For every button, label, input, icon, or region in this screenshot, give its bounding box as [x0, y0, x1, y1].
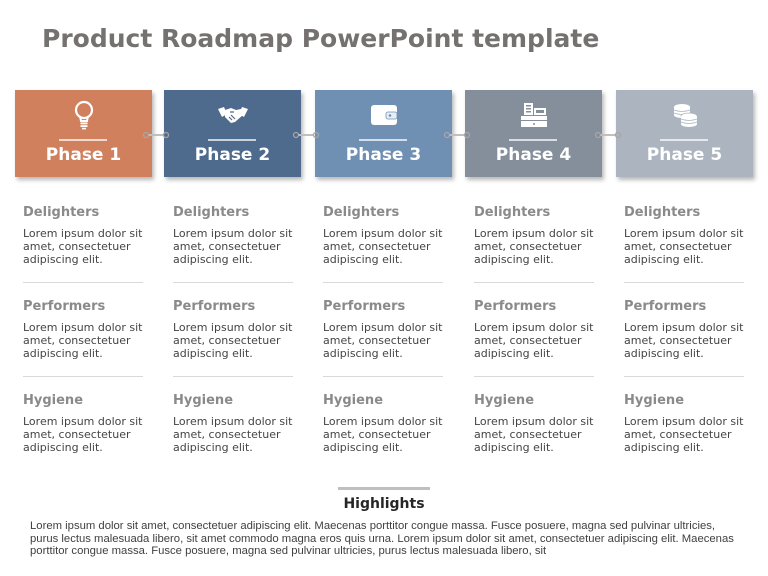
phase-divider: [208, 139, 256, 141]
section-divider: [624, 282, 744, 283]
section-divider: [474, 376, 594, 377]
phase-2-details: Delighters Lorem ipsum dolor sit amet, c…: [173, 205, 298, 454]
section-title: Performers: [23, 299, 106, 314]
section-body: Lorem ipsum dolor sit amet, consectetuer…: [624, 415, 744, 454]
phase-label: Phase 1: [45, 145, 122, 165]
phase-divider: [359, 139, 407, 141]
section-body: Lorem ipsum dolor sit amet, consectetuer…: [474, 227, 594, 266]
connector-1-2: [142, 131, 170, 139]
phase-4-details: Delighters Lorem ipsum dolor sit amet, c…: [474, 205, 599, 454]
section-body: Lorem ipsum dolor sit amet, consectetuer…: [624, 321, 744, 360]
phase-divider: [509, 139, 557, 141]
section-divider: [173, 282, 293, 283]
section-body: Lorem ipsum dolor sit amet, consectetuer…: [323, 321, 443, 360]
phase-5-box: Phase 5: [616, 90, 753, 177]
section-title: Delighters: [624, 205, 701, 220]
section-body: Lorem ipsum dolor sit amet, consectetuer…: [173, 415, 293, 454]
connector-2-3: [292, 131, 320, 139]
handshake-icon: [164, 99, 301, 131]
phase-label: Phase 2: [194, 145, 271, 165]
section-title: Delighters: [474, 205, 551, 220]
coins-icon: [616, 99, 753, 131]
phase-1-details: Delighters Lorem ipsum dolor sit amet, c…: [23, 205, 148, 454]
section-title: Hygiene: [323, 393, 384, 408]
connector-3-4: [443, 131, 471, 139]
slide-title: Product Roadmap PowerPoint template: [42, 24, 600, 53]
phase-divider: [59, 139, 107, 141]
cash-register-icon: [465, 99, 602, 131]
section-title: Performers: [173, 299, 256, 314]
section-title: Performers: [474, 299, 557, 314]
section-divider: [173, 376, 293, 377]
section-body: Lorem ipsum dolor sit amet, consectetuer…: [173, 227, 293, 266]
section-body: Lorem ipsum dolor sit amet, consectetuer…: [173, 321, 293, 360]
section-title: Hygiene: [23, 393, 84, 408]
phase-2-box: Phase 2: [164, 90, 301, 177]
section-body: Lorem ipsum dolor sit amet, consectetuer…: [624, 227, 744, 266]
section-title: Hygiene: [474, 393, 535, 408]
section-divider: [624, 376, 744, 377]
section-title: Performers: [323, 299, 406, 314]
phase-1-box: Phase 1: [15, 90, 152, 177]
section-title: Delighters: [23, 205, 100, 220]
highlights-body: Lorem ipsum dolor sit amet, consectetuer…: [30, 520, 734, 557]
connector-4-5: [594, 131, 622, 139]
phase-label: Phase 3: [345, 145, 422, 165]
section-body: Lorem ipsum dolor sit amet, consectetuer…: [23, 227, 143, 266]
section-body: Lorem ipsum dolor sit amet, consectetuer…: [323, 227, 443, 266]
phase-4-box: Phase 4: [465, 90, 602, 177]
phase-5-details: Delighters Lorem ipsum dolor sit amet, c…: [624, 205, 749, 454]
phase-label: Phase 4: [495, 145, 572, 165]
section-body: Lorem ipsum dolor sit amet, consectetuer…: [474, 415, 594, 454]
phase-3-details: Delighters Lorem ipsum dolor sit amet, c…: [323, 205, 448, 454]
section-title: Delighters: [173, 205, 250, 220]
phase-divider: [660, 139, 708, 141]
section-title: Hygiene: [173, 393, 234, 408]
section-divider: [23, 282, 143, 283]
section-body: Lorem ipsum dolor sit amet, consectetuer…: [23, 415, 143, 454]
section-divider: [323, 282, 443, 283]
section-divider: [474, 282, 594, 283]
section-body: Lorem ipsum dolor sit amet, consectetuer…: [474, 321, 594, 360]
section-divider: [23, 376, 143, 377]
wallet-icon: [315, 99, 452, 131]
highlights-title: Highlights: [343, 496, 425, 512]
section-title: Delighters: [323, 205, 400, 220]
phase-3-box: Phase 3: [315, 90, 452, 177]
section-body: Lorem ipsum dolor sit amet, consectetuer…: [323, 415, 443, 454]
section-divider: [323, 376, 443, 377]
lightbulb-icon: [15, 99, 152, 131]
section-title: Performers: [624, 299, 707, 314]
highlights-accent-bar: [338, 487, 430, 490]
section-title: Hygiene: [624, 393, 685, 408]
section-body: Lorem ipsum dolor sit amet, consectetuer…: [23, 321, 143, 360]
phase-label: Phase 5: [646, 145, 723, 165]
